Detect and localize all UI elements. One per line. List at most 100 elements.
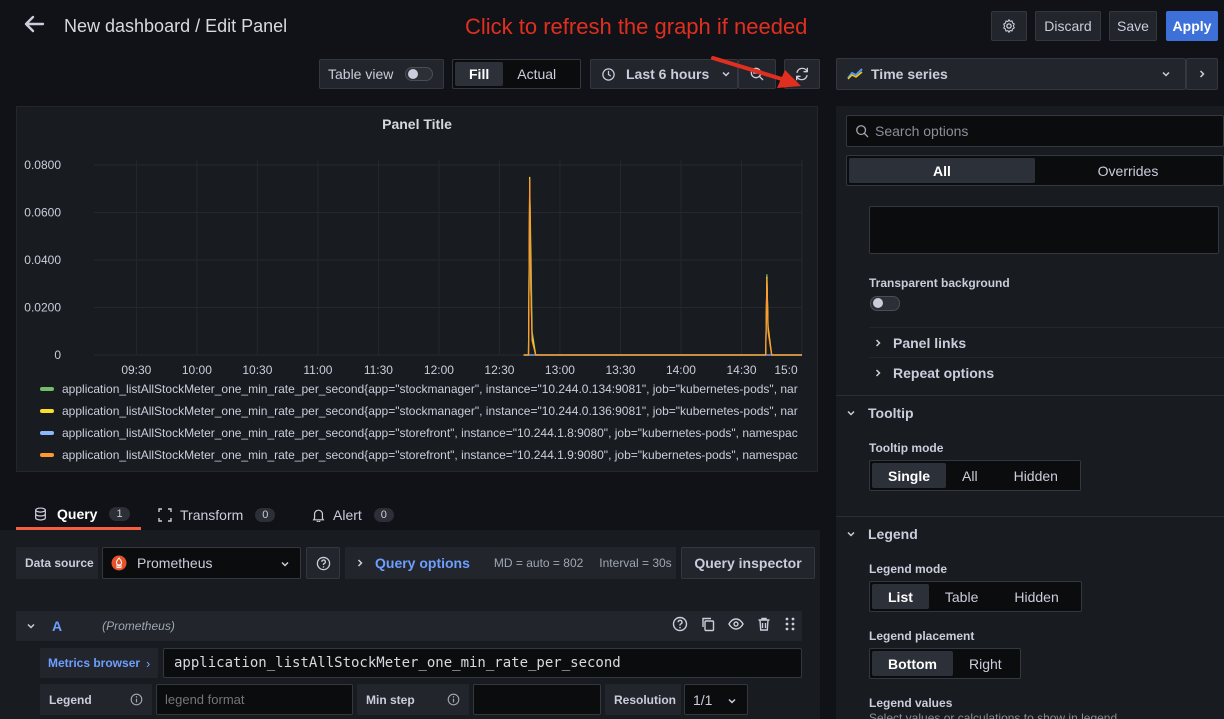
x-tick-label: 10:00 — [182, 363, 212, 377]
section-divider — [836, 516, 1224, 517]
x-tick-label: 10:30 — [242, 363, 272, 377]
query-md-text: MD = auto = 802 — [493, 556, 584, 570]
drag-handle-icon[interactable] — [784, 616, 796, 632]
x-tick-label: 09:30 — [121, 363, 151, 377]
time-series-icon — [847, 68, 863, 80]
tab-alert[interactable]: Alert 0 — [312, 500, 394, 530]
fill-option[interactable]: Fill — [455, 62, 504, 86]
all-option[interactable]: All — [849, 158, 1035, 183]
datasource-help-button[interactable] — [306, 547, 340, 579]
x-tick-label: 11:00 — [303, 363, 332, 377]
x-tick-label: 14:00 — [666, 363, 696, 377]
page-title: New dashboard / Edit Panel — [64, 16, 288, 36]
visualization-picker[interactable]: Time series — [836, 58, 1186, 90]
resolution-label: Resolution — [605, 684, 681, 715]
table-view-switch[interactable] — [405, 67, 434, 81]
tab-query-label: Query — [57, 505, 98, 522]
eye-icon[interactable] — [728, 616, 744, 632]
section-divider — [836, 395, 1224, 396]
description-textarea[interactable] — [869, 206, 1219, 254]
legend-item[interactable]: application_listAllStockMeter_one_min_ra… — [40, 424, 826, 442]
copy-icon[interactable] — [700, 616, 716, 632]
legend-swatch — [40, 431, 54, 435]
legend-item[interactable]: application_listAllStockMeter_one_min_ra… — [40, 402, 826, 420]
repeat-options-label: Repeat options — [893, 364, 995, 381]
query-inspector-button[interactable]: Query inspector — [681, 547, 815, 579]
apply-button[interactable]: Apply — [1166, 11, 1218, 41]
transform-icon — [158, 508, 172, 522]
fill-actual-switch: Fill Actual — [452, 59, 581, 89]
legend-placement-right[interactable]: Right — [953, 651, 1018, 676]
datasource-picker[interactable]: Prometheus — [102, 547, 301, 579]
query-row-actions — [672, 616, 796, 632]
metrics-browser-button[interactable]: Metrics browser › — [40, 648, 158, 678]
time-series-chart[interactable]: 0.0800 0.0600 0.0400 0.0200 0 09:30 10:00 10:3… — [16, 140, 818, 390]
resolution-value: 1/1 — [693, 691, 713, 708]
metric-expression-value: application_listAllStockMeter_one_min_ra… — [174, 655, 621, 671]
transparent-bg-toggle[interactable] — [870, 296, 900, 311]
legend-format-input[interactable] — [156, 684, 353, 715]
legend-mode-hidden[interactable]: Hidden — [994, 584, 1078, 609]
x-tick-label: 14:30 — [726, 363, 756, 377]
y-tick-label: 0.0400 — [24, 253, 61, 267]
tooltip-section-header[interactable]: Tooltip — [846, 405, 914, 421]
legend-placement-bottom[interactable]: Bottom — [872, 651, 953, 676]
database-icon — [34, 506, 47, 521]
info-icon — [447, 693, 460, 706]
tooltip-section-title: Tooltip — [868, 405, 914, 421]
tab-query[interactable]: Query 1 — [16, 500, 141, 530]
legend-item[interactable]: application_listAllStockMeter_one_min_ra… — [40, 446, 826, 464]
tab-query-count: 1 — [109, 506, 130, 521]
series-line — [523, 179, 802, 356]
min-step-input[interactable] — [473, 684, 601, 715]
tooltip-mode-switch: Single All Hidden — [869, 460, 1081, 491]
tooltip-mode-hidden[interactable]: Hidden — [994, 463, 1078, 488]
tooltip-mode-single[interactable]: Single — [872, 463, 947, 488]
tooltip-mode-all[interactable]: All — [946, 463, 994, 488]
repeat-options-row[interactable]: Repeat options — [869, 357, 1224, 387]
question-circle-icon[interactable] — [672, 616, 688, 632]
legend-item[interactable]: application_listAllStockMeter_one_min_ra… — [40, 380, 826, 398]
query-options-bar[interactable]: Query options MD = auto = 802 Interval =… — [345, 547, 676, 579]
chevron-down-icon[interactable] — [26, 621, 36, 631]
chevron-right-icon — [355, 558, 365, 568]
metrics-browser-label: Metrics browser — [48, 656, 141, 670]
legend-section-title: Legend — [868, 526, 918, 542]
question-circle-icon — [316, 556, 331, 571]
legend-section-header[interactable]: Legend — [846, 526, 918, 542]
back-arrow-icon[interactable] — [22, 12, 46, 36]
search-options-input[interactable]: Search options — [846, 115, 1224, 147]
visualization-label: Time series — [871, 66, 948, 82]
all-overrides-switch: All Overrides — [846, 155, 1224, 186]
legend-mode-list[interactable]: List — [872, 584, 929, 609]
legend-values-desc: Select values or calculations to show in… — [869, 711, 1118, 719]
discard-button[interactable]: Discard — [1035, 11, 1101, 41]
trash-icon[interactable] — [756, 616, 772, 632]
actual-option[interactable]: Actual — [503, 62, 570, 86]
overrides-option[interactable]: Overrides — [1035, 158, 1221, 183]
tab-transform-label: Transform — [180, 507, 244, 523]
legend-label: application_listAllStockMeter_one_min_ra… — [62, 404, 798, 418]
datasource-value: Prometheus — [137, 555, 213, 571]
metric-expression-input[interactable]: application_listAllStockMeter_one_min_ra… — [163, 648, 802, 678]
chevron-down-icon — [846, 408, 856, 418]
panel-links-row[interactable]: Panel links — [869, 327, 1224, 357]
legend-mode-table[interactable]: Table — [929, 584, 994, 609]
chevron-down-icon — [1161, 69, 1171, 79]
save-button[interactable]: Save — [1109, 11, 1157, 41]
min-step-label-text: Min step — [366, 692, 415, 707]
query-interval-text: Interval = 30s — [599, 556, 672, 570]
y-tick-label: 0.0200 — [24, 301, 61, 315]
tab-transform[interactable]: Transform 0 — [158, 500, 276, 530]
x-tick-label: 11:30 — [364, 363, 393, 377]
table-view-toggle[interactable]: Table view — [319, 59, 444, 89]
resolution-select[interactable]: 1/1 — [684, 684, 748, 715]
query-row-letter[interactable]: A — [52, 618, 62, 634]
tooltip-mode-label: Tooltip mode — [869, 441, 944, 455]
search-icon — [855, 124, 869, 138]
collapse-options-button[interactable] — [1186, 58, 1218, 90]
settings-button[interactable] — [991, 11, 1027, 41]
legend-swatch — [40, 387, 54, 391]
legend-format-label: Legend — [40, 684, 152, 715]
table-view-label: Table view — [328, 66, 394, 82]
